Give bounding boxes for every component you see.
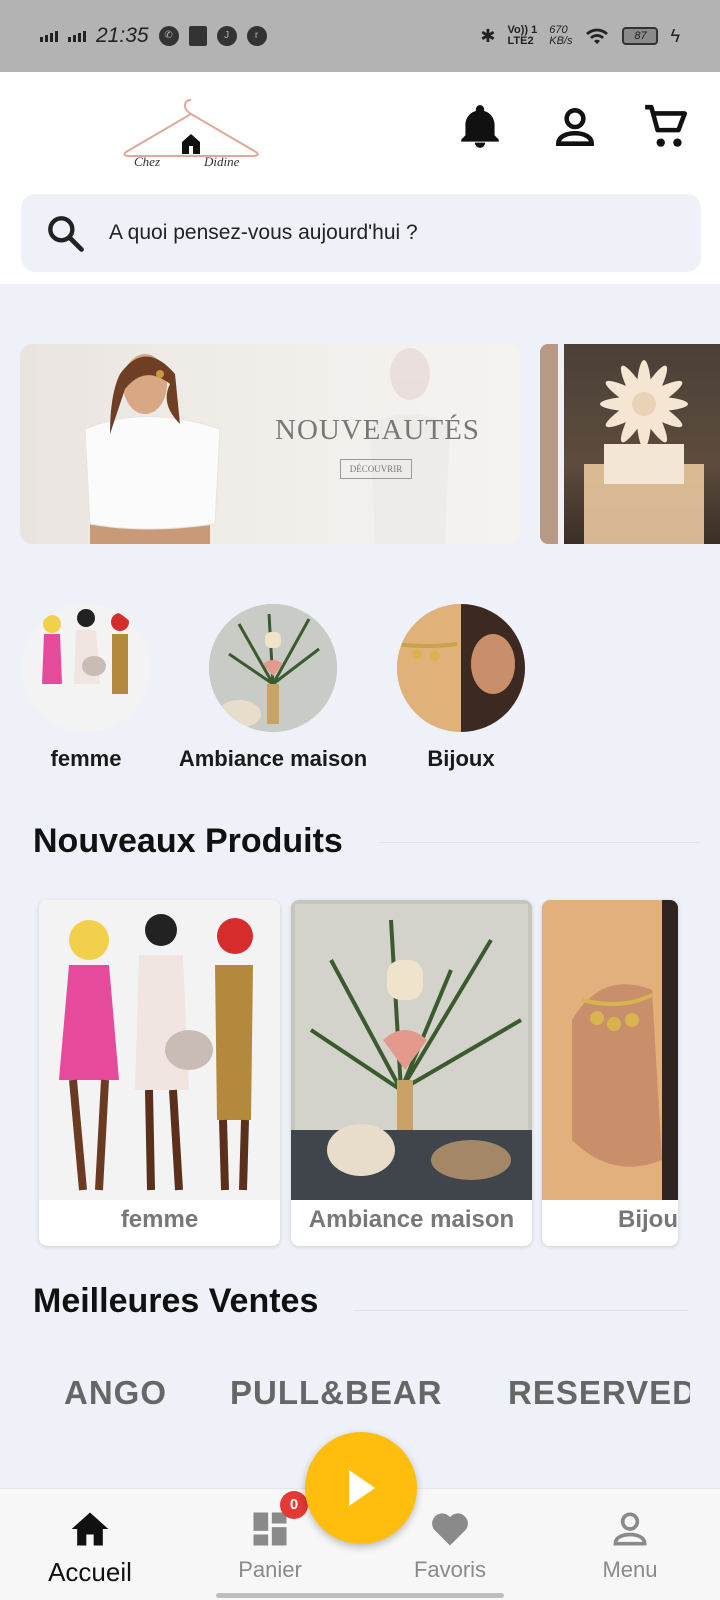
product-name: Ambiance maison	[308, 1206, 515, 1233]
category-bijoux[interactable]: Bijoux	[361, 604, 561, 772]
category-image	[22, 604, 150, 732]
account-icon[interactable]	[550, 102, 600, 152]
search-placeholder: A quoi pensez-vous aujourd'hui ?	[109, 221, 418, 244]
network-indicator: Vo)) 1 LTE2	[507, 24, 538, 47]
logo-text-left: Chez	[134, 154, 160, 169]
search-bar[interactable]: A quoi pensez-vous aujourd'hui ?	[21, 194, 701, 272]
banner-title: NOUVEAUTÉS	[275, 414, 480, 446]
logo[interactable]: Chez Didine	[120, 96, 262, 172]
heart-icon	[432, 1513, 468, 1546]
battery-icon: 87	[622, 27, 659, 45]
banner-cta[interactable]: DÉCOUVRIR	[340, 459, 412, 479]
category-label: Bijoux	[427, 746, 495, 771]
home-icon	[71, 1512, 109, 1546]
promo-carousel[interactable]: NOUVEAUTÉS DÉCOUVRIR	[0, 344, 720, 544]
search-icon	[48, 216, 84, 252]
cart-badge: 0	[280, 1491, 308, 1519]
play-button[interactable]	[305, 1432, 417, 1544]
product-card-femme[interactable]: femme	[39, 900, 280, 1246]
whatsapp-icon: ✆	[158, 26, 179, 46]
banner-home-decor[interactable]	[564, 344, 720, 544]
clock: 21:35	[96, 24, 149, 47]
banner-new-arrivals[interactable]: NOUVEAUTÉS DÉCOUVRIR	[20, 344, 520, 544]
brand-pull-and-bear[interactable]: PULL&BEAR	[230, 1374, 443, 1412]
nav-label: Panier	[238, 1557, 302, 1582]
logo-text-right: Didine	[203, 154, 240, 169]
nav-accueil[interactable]: Accueil	[20, 1507, 160, 1588]
brand-ango[interactable]: ANGO	[64, 1374, 167, 1412]
nav-label: Menu	[602, 1557, 658, 1582]
category-femme[interactable]: femme	[0, 604, 186, 772]
brand-reserved[interactable]: RESERVED	[508, 1374, 690, 1412]
status-bar: 21:35 ✆ J r ✱ Vo)) 1 LTE2 670 KB/s 87 ϟ	[0, 0, 720, 72]
product-name: Bijoux	[618, 1206, 678, 1233]
app-header: Chez Didine A quoi pensez-vous aujourd'h…	[0, 72, 720, 284]
jio-icon: J	[216, 26, 237, 46]
section-title-best-sellers: Meilleures Ventes	[33, 1282, 319, 1320]
category-label: femme	[50, 746, 122, 771]
home-indicator	[216, 1593, 504, 1598]
flower-diffuser-image	[584, 360, 704, 544]
person-icon	[613, 1512, 647, 1546]
nav-label: Favoris	[413, 1557, 487, 1582]
document-icon	[188, 26, 207, 46]
wifi-icon	[586, 28, 609, 44]
product-card-ambiance-maison[interactable]: Ambiance maison	[291, 900, 532, 1246]
banner-peek[interactable]	[540, 344, 558, 544]
speed-indicator: 670 KB/s	[549, 24, 573, 47]
model-image	[84, 354, 221, 544]
divider	[378, 842, 700, 843]
bell-icon[interactable]	[455, 102, 505, 152]
play-icon	[349, 1470, 375, 1506]
nav-menu[interactable]: Menu	[560, 1507, 700, 1583]
product-image	[291, 900, 532, 1200]
category-image	[397, 604, 525, 732]
app-icon: r	[246, 26, 267, 46]
product-image	[39, 900, 280, 1200]
nav-label: Accueil	[48, 1557, 132, 1587]
cart-icon[interactable]	[642, 102, 692, 152]
product-image	[542, 900, 678, 1200]
signal-icon	[40, 30, 58, 42]
product-name: femme	[120, 1206, 199, 1233]
category-image	[209, 604, 337, 732]
charging-icon: ϟ	[670, 25, 680, 46]
product-card-bijoux[interactable]: Bijoux	[542, 900, 678, 1246]
section-title-new-products: Nouveaux Produits	[33, 822, 343, 860]
divider	[354, 1310, 688, 1311]
category-ambiance-maison[interactable]: Ambiance maison	[173, 604, 373, 772]
signal-icon-2	[68, 30, 86, 42]
category-label: Ambiance maison	[178, 746, 368, 771]
bluetooth-icon: ✱	[480, 25, 496, 46]
